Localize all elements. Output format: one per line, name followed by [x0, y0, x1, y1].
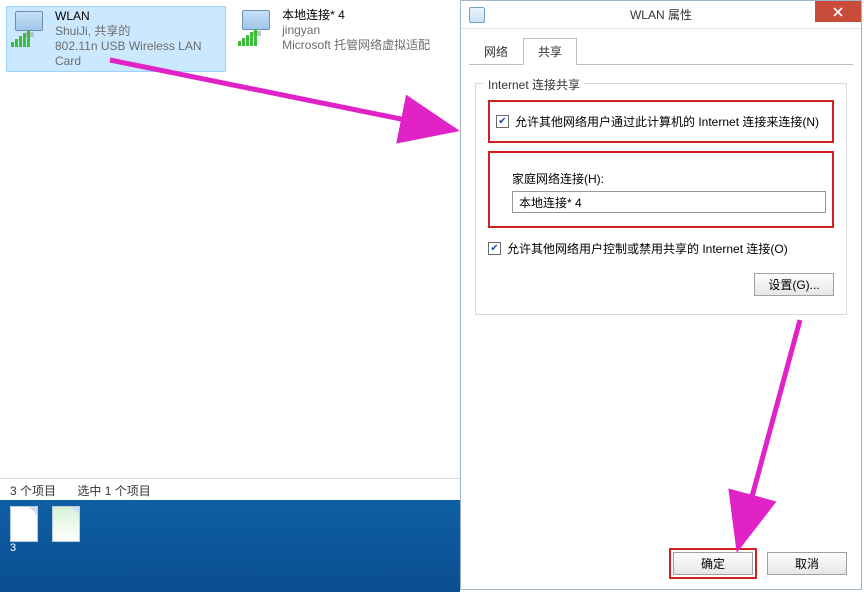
highlight-allow-connect: 允许其他网络用户通过此计算机的 Internet 连接来连接(N): [488, 100, 834, 143]
ics-legend: Internet 连接共享: [484, 76, 584, 93]
adapter-device: Microsoft 托管网络虚拟适配: [282, 38, 430, 53]
ok-button-label: 确定: [701, 555, 725, 572]
close-button[interactable]: [815, 1, 861, 22]
wifi-adapter-icon: [9, 9, 49, 49]
dialog-title: WLAN 属性: [461, 6, 861, 23]
ok-button[interactable]: 确定: [673, 552, 753, 575]
tab-network[interactable]: 网络: [469, 38, 523, 65]
allow-control-checkbox[interactable]: [488, 242, 501, 255]
adapter-status: ShuiJi, 共享的: [55, 24, 223, 39]
allow-control-label: 允许其他网络用户控制或禁用共享的 Internet 连接(O): [507, 240, 788, 257]
cancel-button[interactable]: 取消: [767, 552, 847, 575]
explorer-statusbar: 3 个项目 选中 1 个项目: [0, 478, 460, 500]
cancel-button-label: 取消: [795, 555, 819, 572]
status-selection: 选中 1 个项目: [77, 484, 150, 498]
tabstrip: 网络 共享: [469, 37, 853, 65]
adapter-name: 本地连接* 4: [282, 8, 430, 23]
adapter-name: WLAN: [55, 9, 223, 24]
status-count: 3 个项目: [10, 484, 56, 498]
dialog-app-icon: [469, 7, 485, 23]
taskbar-badge: 3: [10, 542, 16, 554]
wlan-properties-dialog: WLAN 属性 网络 共享 Internet 连接共享 允许其他网络用户通过此计…: [460, 0, 862, 590]
home-network-value: 本地连接* 4: [519, 194, 582, 211]
taskbar: 3: [0, 500, 460, 592]
highlight-ok: 确定: [669, 548, 757, 579]
adapter-device: 802.11n USB Wireless LAN Card: [55, 39, 223, 69]
home-network-label: 家庭网络连接(H):: [512, 170, 826, 187]
tab-sharing[interactable]: 共享: [523, 38, 577, 65]
adapter-wlan[interactable]: WLAN ShuiJi, 共享的 802.11n USB Wireless LA…: [6, 6, 226, 72]
adapter-local4[interactable]: 本地连接* 4 jingyan Microsoft 托管网络虚拟适配: [234, 6, 454, 72]
settings-button[interactable]: 设置(G)...: [754, 273, 834, 296]
allow-connect-label: 允许其他网络用户通过此计算机的 Internet 连接来连接(N): [515, 113, 819, 130]
ics-groupbox: Internet 连接共享 允许其他网络用户通过此计算机的 Internet 连…: [475, 83, 847, 315]
settings-button-label: 设置(G)...: [768, 276, 819, 293]
highlight-home-network: 家庭网络连接(H): 本地连接* 4: [488, 151, 834, 228]
titlebar: WLAN 属性: [461, 1, 861, 29]
taskbar-sheet-icon[interactable]: [52, 506, 80, 542]
network-connections-pane: WLAN ShuiJi, 共享的 802.11n USB Wireless LA…: [0, 0, 460, 480]
allow-connect-checkbox[interactable]: [496, 115, 509, 128]
taskbar-doc-icon[interactable]: [10, 506, 38, 542]
close-icon: [833, 7, 843, 17]
adapter-status: jingyan: [282, 23, 430, 38]
dialog-buttons: 确定 取消: [461, 545, 861, 581]
home-network-select[interactable]: 本地连接* 4: [512, 191, 826, 213]
wifi-adapter-icon: [236, 8, 276, 48]
